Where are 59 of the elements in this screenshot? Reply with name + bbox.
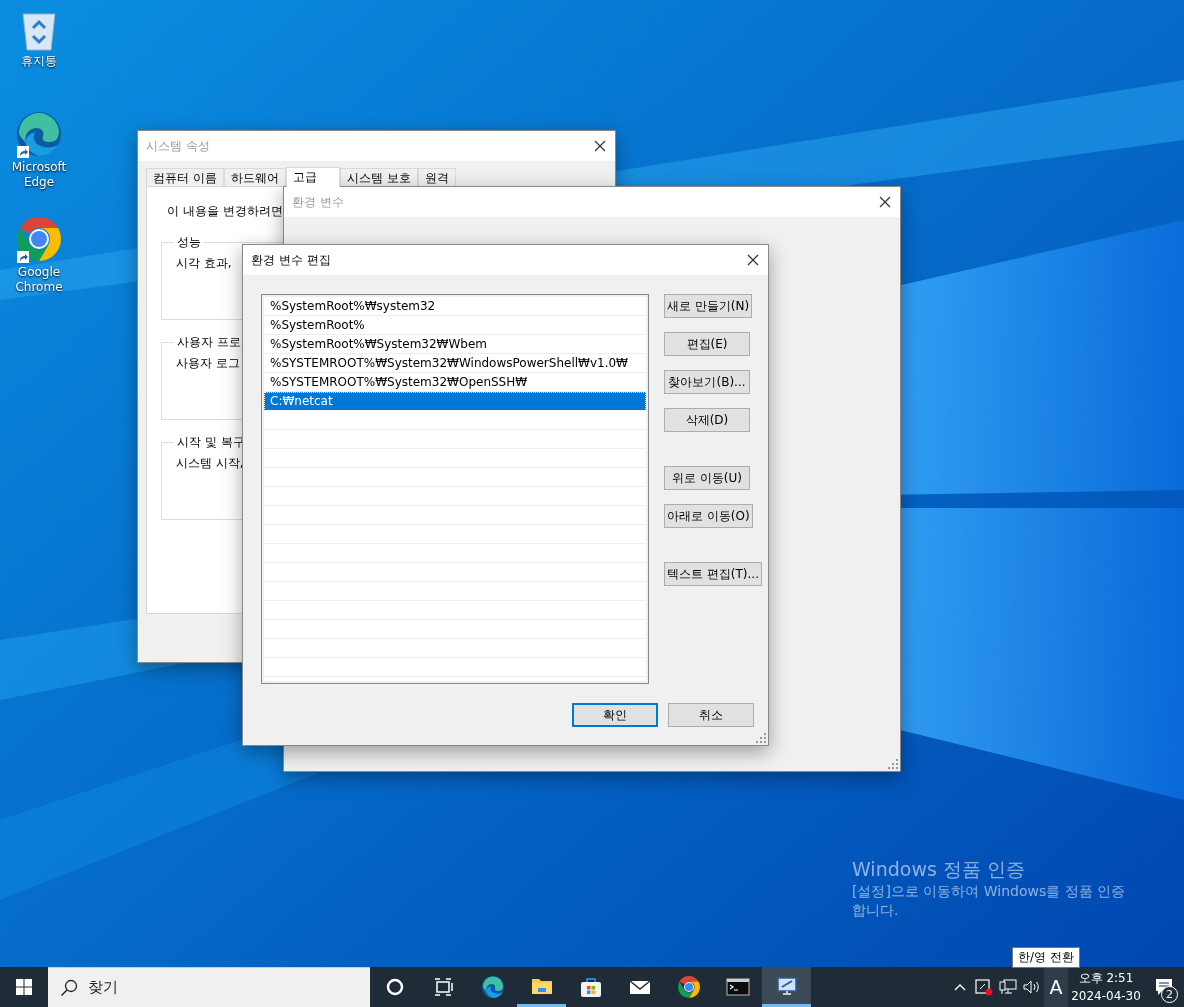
action-button[interactable]: 새로 만들기(N) xyxy=(664,294,753,318)
path-entry[interactable]: %SystemRoot%₩System32₩Wbem xyxy=(264,335,646,354)
desktop-icon-label[interactable]: Microsoft Edge xyxy=(9,160,69,190)
desktop-icon-label[interactable]: 휴지통 xyxy=(9,54,69,69)
action-button[interactable]: 삭제(D) xyxy=(664,408,750,432)
group-title: 성능 xyxy=(176,234,202,251)
tab[interactable]: 하드웨어 xyxy=(223,168,286,186)
action-button[interactable]: 찾아보기(B)... xyxy=(664,370,750,394)
path-entry[interactable]: C:₩netcat xyxy=(264,392,646,411)
input-mode-indicator[interactable]: A xyxy=(1044,967,1068,1007)
group-text: 시각 효과, xyxy=(175,256,232,270)
clock[interactable]: 오후 2:51 2024-04-30 xyxy=(1068,969,1144,1005)
close-icon[interactable] xyxy=(746,253,760,267)
tab[interactable]: 고급 xyxy=(285,167,340,187)
action-button[interactable]: 아래로 이동(O) xyxy=(664,504,753,528)
window-title: 환경 변수 편집 xyxy=(251,251,331,269)
chrome-logo-icon xyxy=(676,975,701,999)
chrome-logo-icon xyxy=(15,215,63,263)
path-entry[interactable]: %SYSTEMROOT%₩System32₩WindowsPowerShell₩v1.0₩ xyxy=(264,354,646,373)
cancel-button[interactable]: 취소 xyxy=(668,703,754,727)
ok-button[interactable]: 확인 xyxy=(572,703,658,727)
shortcut-arrow-icon xyxy=(17,251,29,263)
shortcut-arrow-icon xyxy=(17,146,29,158)
edge-logo-icon xyxy=(15,110,63,158)
activation-message: [설정]으로 이동하여 Windows를 정품 인증 합니다. xyxy=(852,882,1127,920)
tab[interactable]: 컴퓨터 이름 xyxy=(146,168,224,186)
notification-button[interactable]: 2 xyxy=(1144,967,1184,1007)
recycle-bin-icon xyxy=(19,10,59,52)
tooltip: 한/영 전환 xyxy=(1012,947,1080,968)
action-button[interactable]: 텍스트 편집(T)... xyxy=(664,562,762,586)
network-icon[interactable] xyxy=(999,979,1017,995)
edge-logo-icon xyxy=(480,975,505,999)
group-text: 사용자 로그 xyxy=(175,356,240,370)
tab[interactable]: 시스템 보호 xyxy=(339,168,418,186)
security-alert-icon[interactable] xyxy=(975,978,993,996)
chevron-up-icon[interactable] xyxy=(954,983,966,991)
action-button[interactable]: 편집(E) xyxy=(664,332,750,356)
resize-grip-icon[interactable] xyxy=(756,733,766,743)
notification-count: 2 xyxy=(1161,986,1178,1003)
group-title: 사용자 프로 xyxy=(176,334,242,351)
group-text: 시스템 시작, xyxy=(175,456,244,470)
intro-text: 이 내용을 변경하려면 xyxy=(166,203,284,220)
speaker-icon[interactable] xyxy=(1023,979,1041,995)
path-entry[interactable]: %SystemRoot%₩system32 xyxy=(264,297,646,316)
shopping-bag-icon xyxy=(578,975,603,999)
window-title: 시스템 속성 xyxy=(146,137,210,155)
resize-grip-icon[interactable] xyxy=(888,759,898,769)
terminal-icon xyxy=(725,975,750,999)
taskbar-app[interactable] xyxy=(762,967,811,1007)
windows-logo-icon xyxy=(16,979,32,995)
search-icon xyxy=(60,978,78,997)
action-button[interactable]: 위로 이동(U) xyxy=(664,466,750,490)
tab[interactable]: 원격 xyxy=(417,168,456,186)
close-icon[interactable] xyxy=(878,195,892,209)
window-title: 환경 변수 xyxy=(292,193,344,211)
path-entry[interactable]: %SystemRoot% xyxy=(264,316,646,335)
close-icon[interactable] xyxy=(593,139,607,153)
activation-title: Windows 정품 인증 xyxy=(852,857,1026,882)
search-field[interactable]: 찾기 xyxy=(48,967,370,1007)
